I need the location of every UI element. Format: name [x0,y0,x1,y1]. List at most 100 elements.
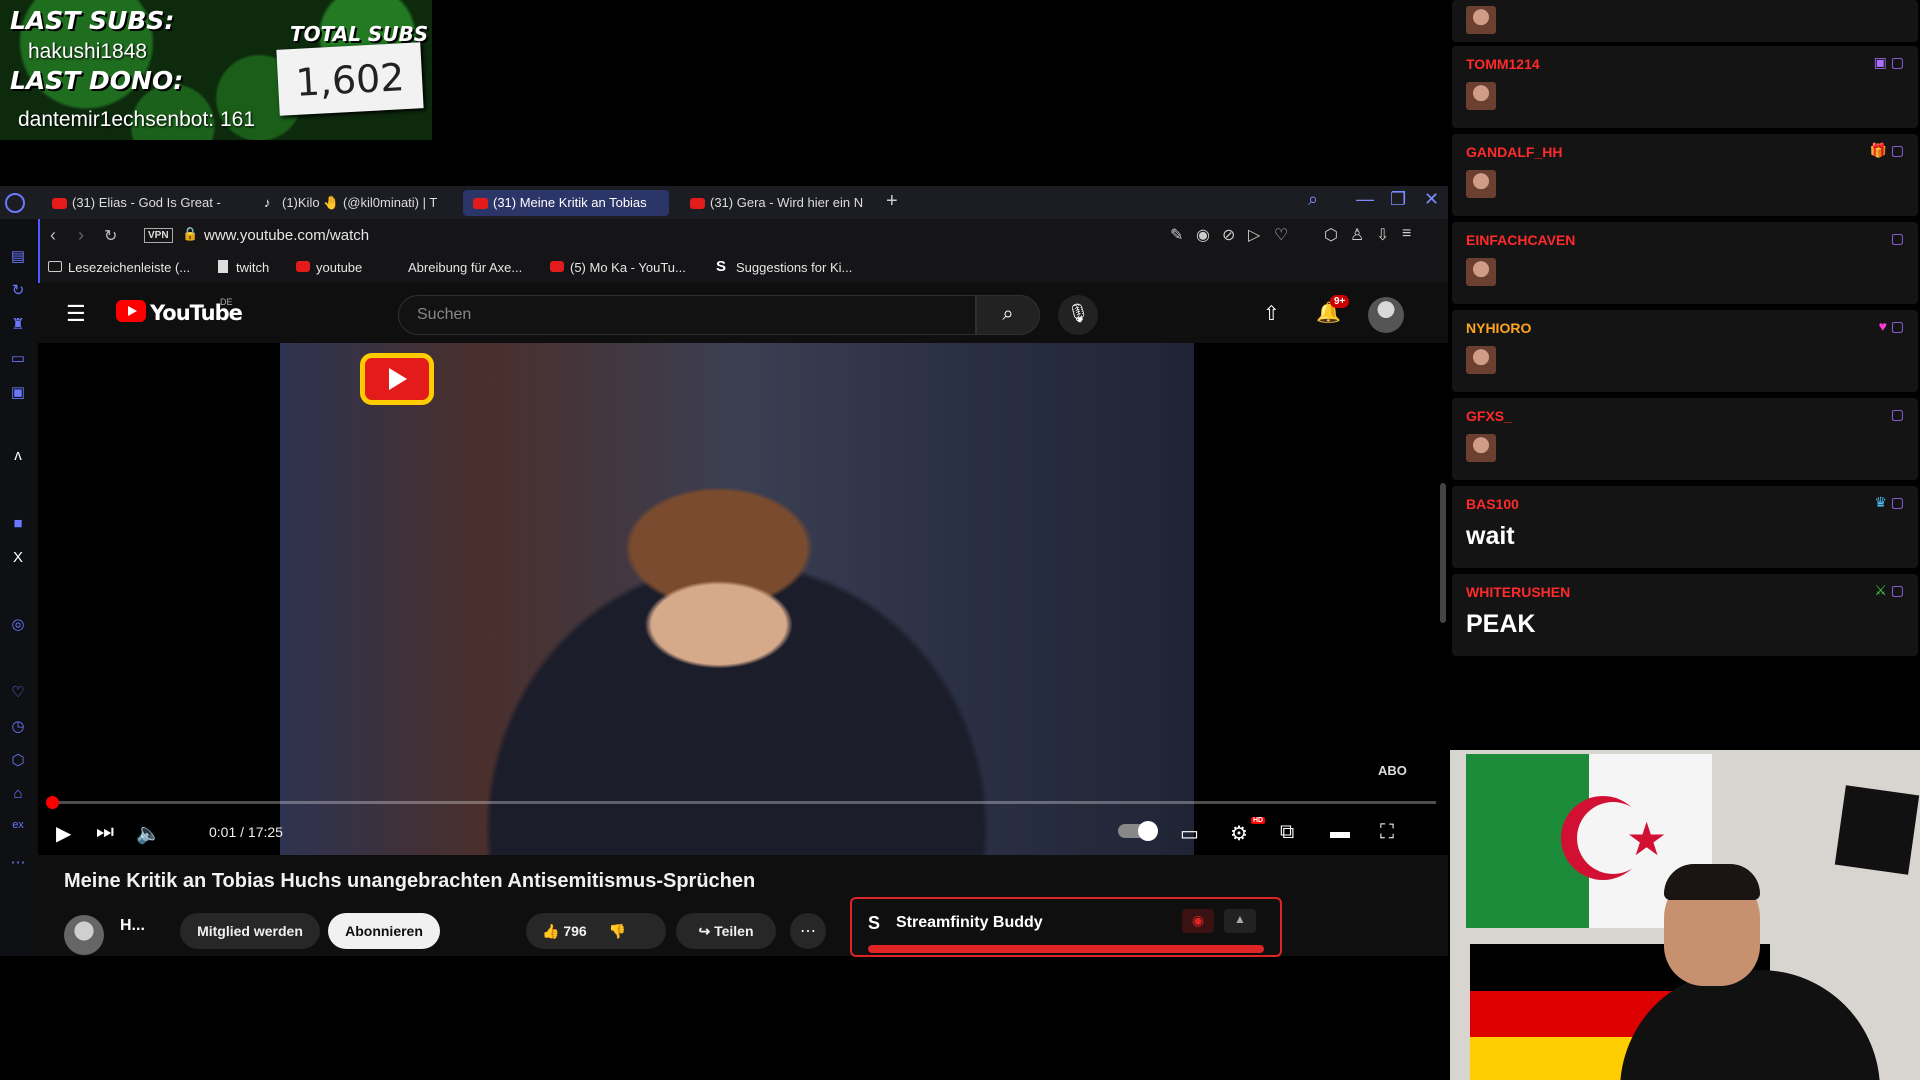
chat-emote [1466,346,1496,374]
url-field[interactable]: www.youtube.com/watch [204,227,369,244]
lock-icon[interactable]: 🔒 [182,226,198,242]
abo-watermark[interactable]: ABO [1378,763,1407,778]
bookmark-suggestions[interactable]: S Suggestions for Ki... [716,258,853,275]
bookmark-moka[interactable]: (5) Mo Ka - YouTu... [550,260,686,275]
vpn-badge[interactable]: VPN [144,228,173,243]
chat-emote [1466,6,1496,34]
edit-icon[interactable]: ✎ [1170,225,1183,245]
youtube-play-icon [360,353,434,405]
bookmark-folder[interactable]: Lesezeichenleiste (... [48,260,190,275]
close-icon[interactable]: ✕ [1424,189,1439,210]
maximize-icon[interactable]: ❐ [1390,189,1406,210]
bag-icon[interactable]: ⌂ [8,785,28,805]
search-input[interactable] [415,302,955,328]
thumbs-down-icon[interactable]: 👎 [609,923,626,939]
subtitles-icon[interactable]: ▭ [1180,821,1199,846]
bookmark-label: (5) Mo Ka - YouTu... [570,260,686,275]
tiktok-icon: ♪ [264,195,271,210]
more-actions-icon[interactable]: ⋯ [790,913,826,949]
chat-username: GANDALF_HH [1466,144,1563,160]
profile-icon[interactable]: ♙ [1350,225,1364,245]
bot-icon[interactable]: ♜ [8,315,28,335]
subscribe-button[interactable]: Abonnieren [328,913,440,949]
tab-search-icon[interactable]: ⌕ [1308,189,1318,210]
chat-badges: ▣ ▢ [1874,54,1904,71]
play-button-icon[interactable]: ▶ [56,821,71,846]
thumbs-up-icon[interactable]: 👍 [542,923,559,939]
search-button[interactable]: ⌕ [976,295,1040,335]
chat-text: PEAK [1466,610,1536,638]
bookmark-label: Suggestions for Ki... [736,260,853,275]
bookmarks-bar: Lesezeichenleiste (... twitch youtube Ab… [38,253,1448,283]
crown-badge-icon: ♛ [1874,494,1887,510]
like-count[interactable]: 796 [563,923,586,939]
settings-gear-icon[interactable]: ⚙ [1230,821,1248,846]
chat-badges: ♥ ▢ [1879,318,1904,335]
hamburger-menu-icon[interactable]: ☰ [66,301,86,327]
clock-icon[interactable]: ◷ [8,717,28,737]
collapse-chevron-icon[interactable]: ▲ [1224,909,1256,933]
extensions-cube-icon[interactable]: ⬡ [1324,225,1338,245]
miniplayer-icon[interactable]: ⧉ [1280,821,1294,844]
progress-scrubber[interactable] [46,796,59,809]
voice-search-button[interactable]: 🎙 [1058,295,1098,335]
new-tab-plus-icon[interactable]: + [886,190,898,213]
channel-avatar[interactable] [64,915,104,955]
camera-icon[interactable]: ◉ [1196,225,1210,245]
youtube-icon [296,261,310,272]
page-scrollbar[interactable] [1440,483,1446,623]
history-arrow-icon[interactable]: ↻ [8,281,28,301]
streamer-hair [1664,864,1760,900]
stream-chat: TOMM1214 ▣ ▢ GANDALF_HH 🎁 ▢ EINFACHCAVEN… [1452,0,1920,740]
messenger-icon[interactable]: ▣ [8,383,28,403]
tab-kilo[interactable]: ♪ (1)Kilo 🤚 (@kil0minati) | T [252,190,452,216]
fullscreen-icon[interactable]: ⛶ [1380,821,1394,844]
player-icon[interactable]: ◎ [8,615,28,635]
streamfinity-icon: S [716,258,727,275]
chat-icon[interactable]: ▭ [8,349,28,369]
forward-icon[interactable]: › [78,225,84,246]
video-player[interactable]: ABO ▶ ⏭ 🔈 0:01 / 17:25 ▭ ⚙ HD ⧉ ▬ ⛶ [38,343,1448,855]
fx-icon[interactable]: ex [8,819,28,839]
tab-elias[interactable]: (31) Elias - God Is Great - [42,190,242,216]
file-icon [218,260,228,273]
twitch-icon[interactable]: ■ [8,515,28,535]
heart-icon[interactable]: ♡ [8,683,28,703]
autoplay-toggle[interactable] [1118,821,1158,841]
news-icon[interactable]: ▤ [8,247,28,267]
channel-name[interactable]: H... [120,917,145,935]
play-icon[interactable]: ▷ [1248,225,1260,245]
sword-badge-icon: ⚔ [1874,582,1887,598]
next-button-icon[interactable]: ⏭ [96,821,114,844]
opera-logo-icon[interactable] [5,193,25,213]
bookmark-twitch[interactable]: twitch [216,260,269,275]
arc-icon[interactable]: ʌ [8,447,28,467]
video-frame[interactable] [280,343,1194,855]
join-button[interactable]: Mitglied werden [180,913,320,949]
last-subs-label: LAST SUBS: [10,6,175,35]
theater-mode-icon[interactable]: ▬ [1330,821,1350,844]
reload-icon[interactable]: ↻ [104,226,117,246]
account-avatar[interactable] [1368,297,1404,333]
menu-icon[interactable]: ≡ [1402,225,1411,243]
upload-icon[interactable]: ⇧ [1263,301,1280,326]
cube-icon[interactable]: ⬡ [8,751,28,771]
volume-icon[interactable]: 🔈 [136,821,161,846]
heart-icon[interactable]: ♡ [1274,225,1288,245]
chat-username: WHITERUSHEN [1466,584,1571,600]
youtube-logo-icon[interactable] [116,300,146,322]
download-icon[interactable]: ⇩ [1376,225,1389,245]
x-icon[interactable]: X [8,549,28,569]
bookmark-abreibung[interactable]: Abreibung für Axe... [388,260,522,275]
more-icon[interactable]: ⋯ [8,853,28,873]
visibility-eye-icon[interactable]: ◉ [1182,909,1214,933]
adblock-icon[interactable]: ⊘ [1222,225,1235,245]
share-button[interactable]: ↪ Teilen [676,913,776,949]
bookmark-youtube[interactable]: youtube [296,260,362,275]
tab-meine-kritik[interactable]: (31) Meine Kritik an Tobias [463,190,669,216]
minimize-icon[interactable]: — [1356,189,1374,210]
search-box [398,295,976,335]
tab-gera[interactable]: (31) Gera - Wird hier ein N [680,190,876,216]
progress-bar[interactable] [50,801,1436,804]
back-icon[interactable]: ‹ [50,225,56,246]
